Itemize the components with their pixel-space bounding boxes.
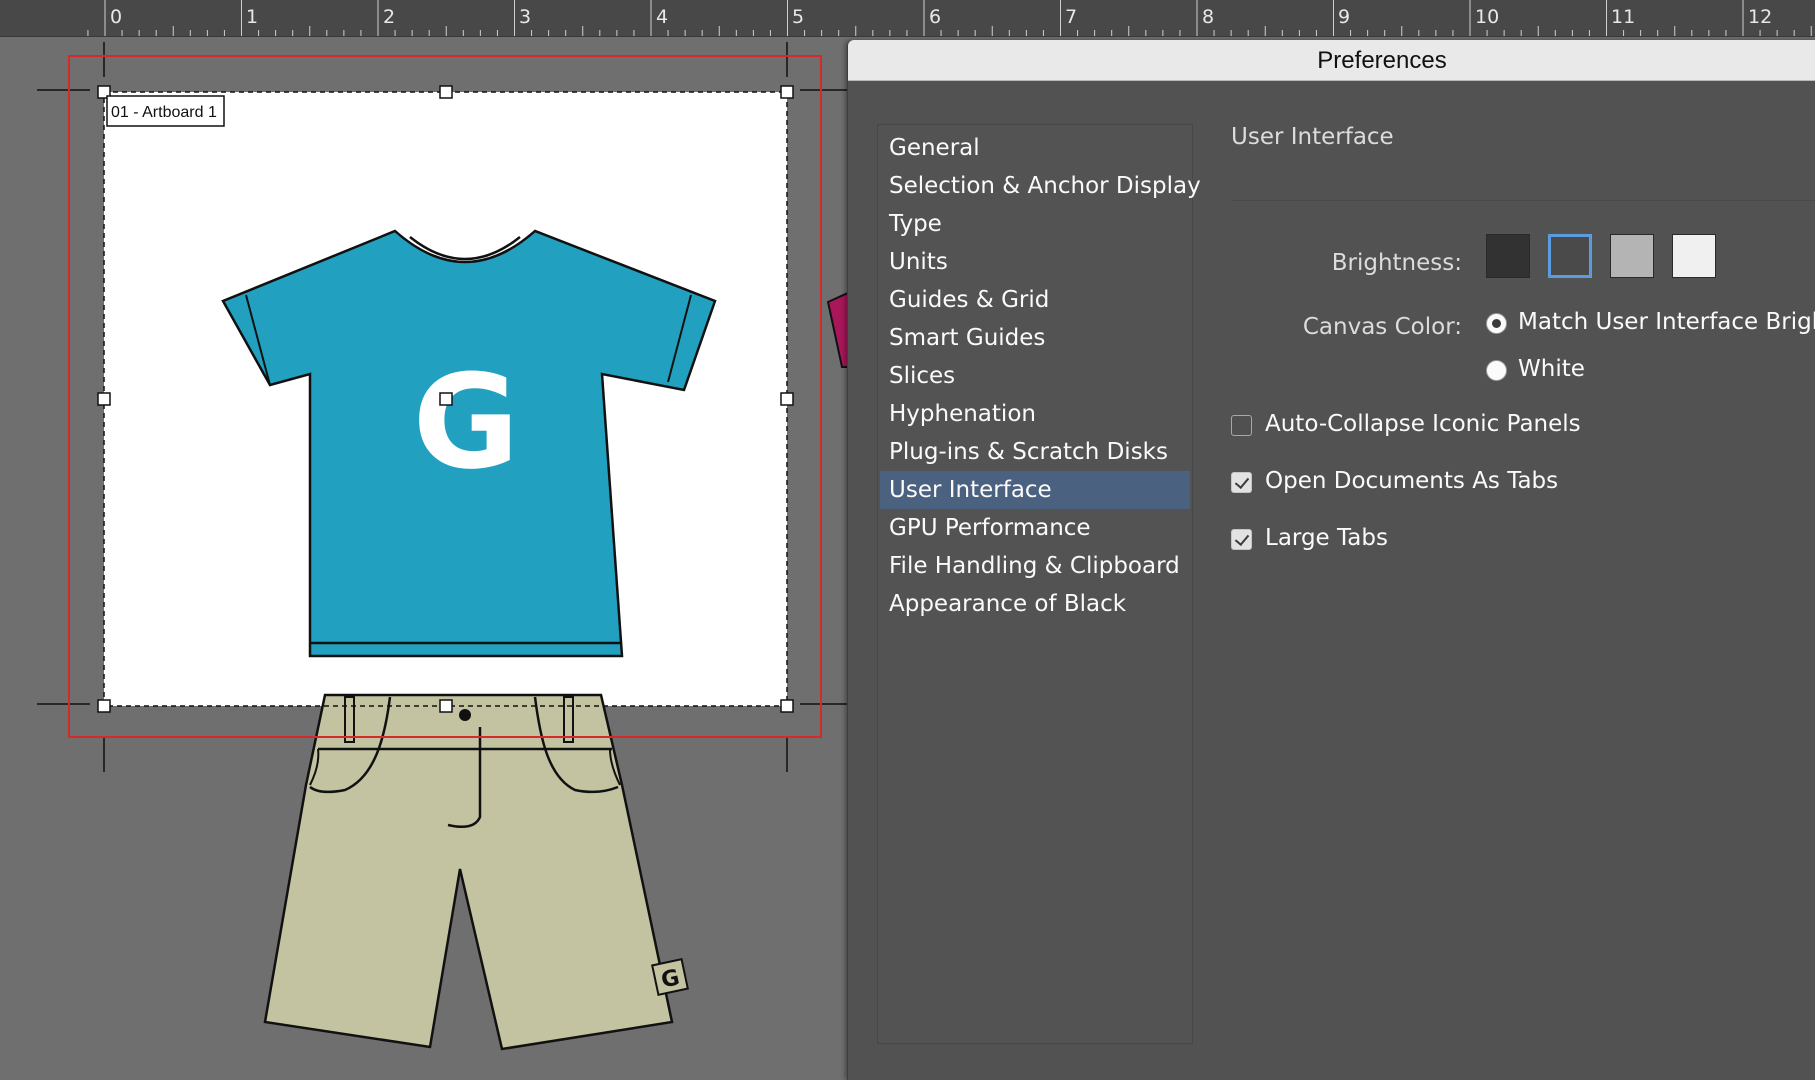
checkbox-auto-collapse[interactable] [1231,415,1252,436]
checkbox-open-docs-as-tabs[interactable] [1231,472,1252,493]
nav-item-appearance-of-black[interactable]: Appearance of Black [880,585,1190,623]
section-divider [1231,200,1815,201]
document-canvas[interactable]: G G 01 - Artboard 1 [0,37,850,1080]
ruler-label: 7 [1065,6,1078,28]
brightness-label: Brightness: [1331,250,1462,276]
radio-match-ui-brightness[interactable] [1486,313,1507,334]
ruler-label: 3 [519,6,532,28]
ruler-label: 1 [246,6,259,28]
nav-item-guides-grid[interactable]: Guides & Grid [880,281,1190,319]
brightness-swatch-medium-dark[interactable] [1548,234,1592,278]
nav-item-smart-guides[interactable]: Smart Guides [880,319,1190,357]
checkbox-label-large-tabs[interactable]: Large Tabs [1265,525,1388,551]
ruler-label: 8 [1202,6,1215,28]
nav-item-slices[interactable]: Slices [880,357,1190,395]
radio-label-white[interactable]: White [1518,356,1585,382]
checkmark-icon [1234,473,1250,490]
ruler-label: 6 [929,6,942,28]
section-title: User Interface [1231,124,1394,150]
radio-white[interactable] [1486,360,1507,381]
preferences-content: User Interface Brightness: Canvas Color:… [1231,124,1815,551]
radio-selected-dot [1492,319,1501,328]
nav-item-units[interactable]: Units [880,243,1190,281]
ruler-label: 12 [1748,6,1773,28]
dialog-title: Preferences [848,40,1815,81]
nav-item-general[interactable]: General [880,129,1190,167]
nav-item-hyphenation[interactable]: Hyphenation [880,395,1190,433]
shorts-illustration[interactable]: G [263,693,689,1051]
preferences-dialog: Preferences General Selection & Anchor D… [847,40,1815,1080]
nav-item-type[interactable]: Type [880,205,1190,243]
nav-item-user-interface[interactable]: User Interface [880,471,1190,509]
checkbox-large-tabs[interactable] [1231,529,1252,550]
ruler-label: 9 [1338,6,1351,28]
checkmark-icon [1234,530,1250,547]
ruler-label: 5 [792,6,805,28]
nav-item-gpu-performance[interactable]: GPU Performance [880,509,1190,547]
preferences-nav: General Selection & Anchor Display Type … [877,124,1201,1044]
canvas-color-label: Canvas Color: [1302,314,1462,340]
nav-item-file-handling-clipboard[interactable]: File Handling & Clipboard [880,547,1190,585]
checkbox-label-open-docs-as-tabs[interactable]: Open Documents As Tabs [1265,468,1558,494]
brightness-swatch-dark[interactable] [1486,234,1530,278]
nav-item-plugins-scratch-disks[interactable]: Plug-ins & Scratch Disks [880,433,1190,471]
tshirt-letter: G [413,346,520,498]
radio-label-match-ui-brightness[interactable]: Match User Interface Brightness [1518,309,1815,335]
ruler-label: 10 [1475,6,1500,28]
brightness-swatch-medium-light[interactable] [1610,234,1654,278]
ruler-label: 2 [383,6,396,28]
horizontal-ruler[interactable]: 0 1 2 3 4 5 6 7 8 9 10 11 12 [0,0,1815,37]
brightness-swatch-light[interactable] [1672,234,1716,278]
ruler-label: 4 [656,6,669,28]
ruler-label: 0 [110,6,123,28]
ruler-ticks [87,0,1812,36]
artboard-name: 01 - Artboard 1 [111,104,217,121]
artwork[interactable]: G G 01 - Artboard 1 [0,37,850,1080]
checkbox-label-auto-collapse[interactable]: Auto-Collapse Iconic Panels [1265,411,1581,437]
nav-item-selection-anchor-display[interactable]: Selection & Anchor Display [880,167,1201,205]
ruler-label: 11 [1611,6,1636,28]
